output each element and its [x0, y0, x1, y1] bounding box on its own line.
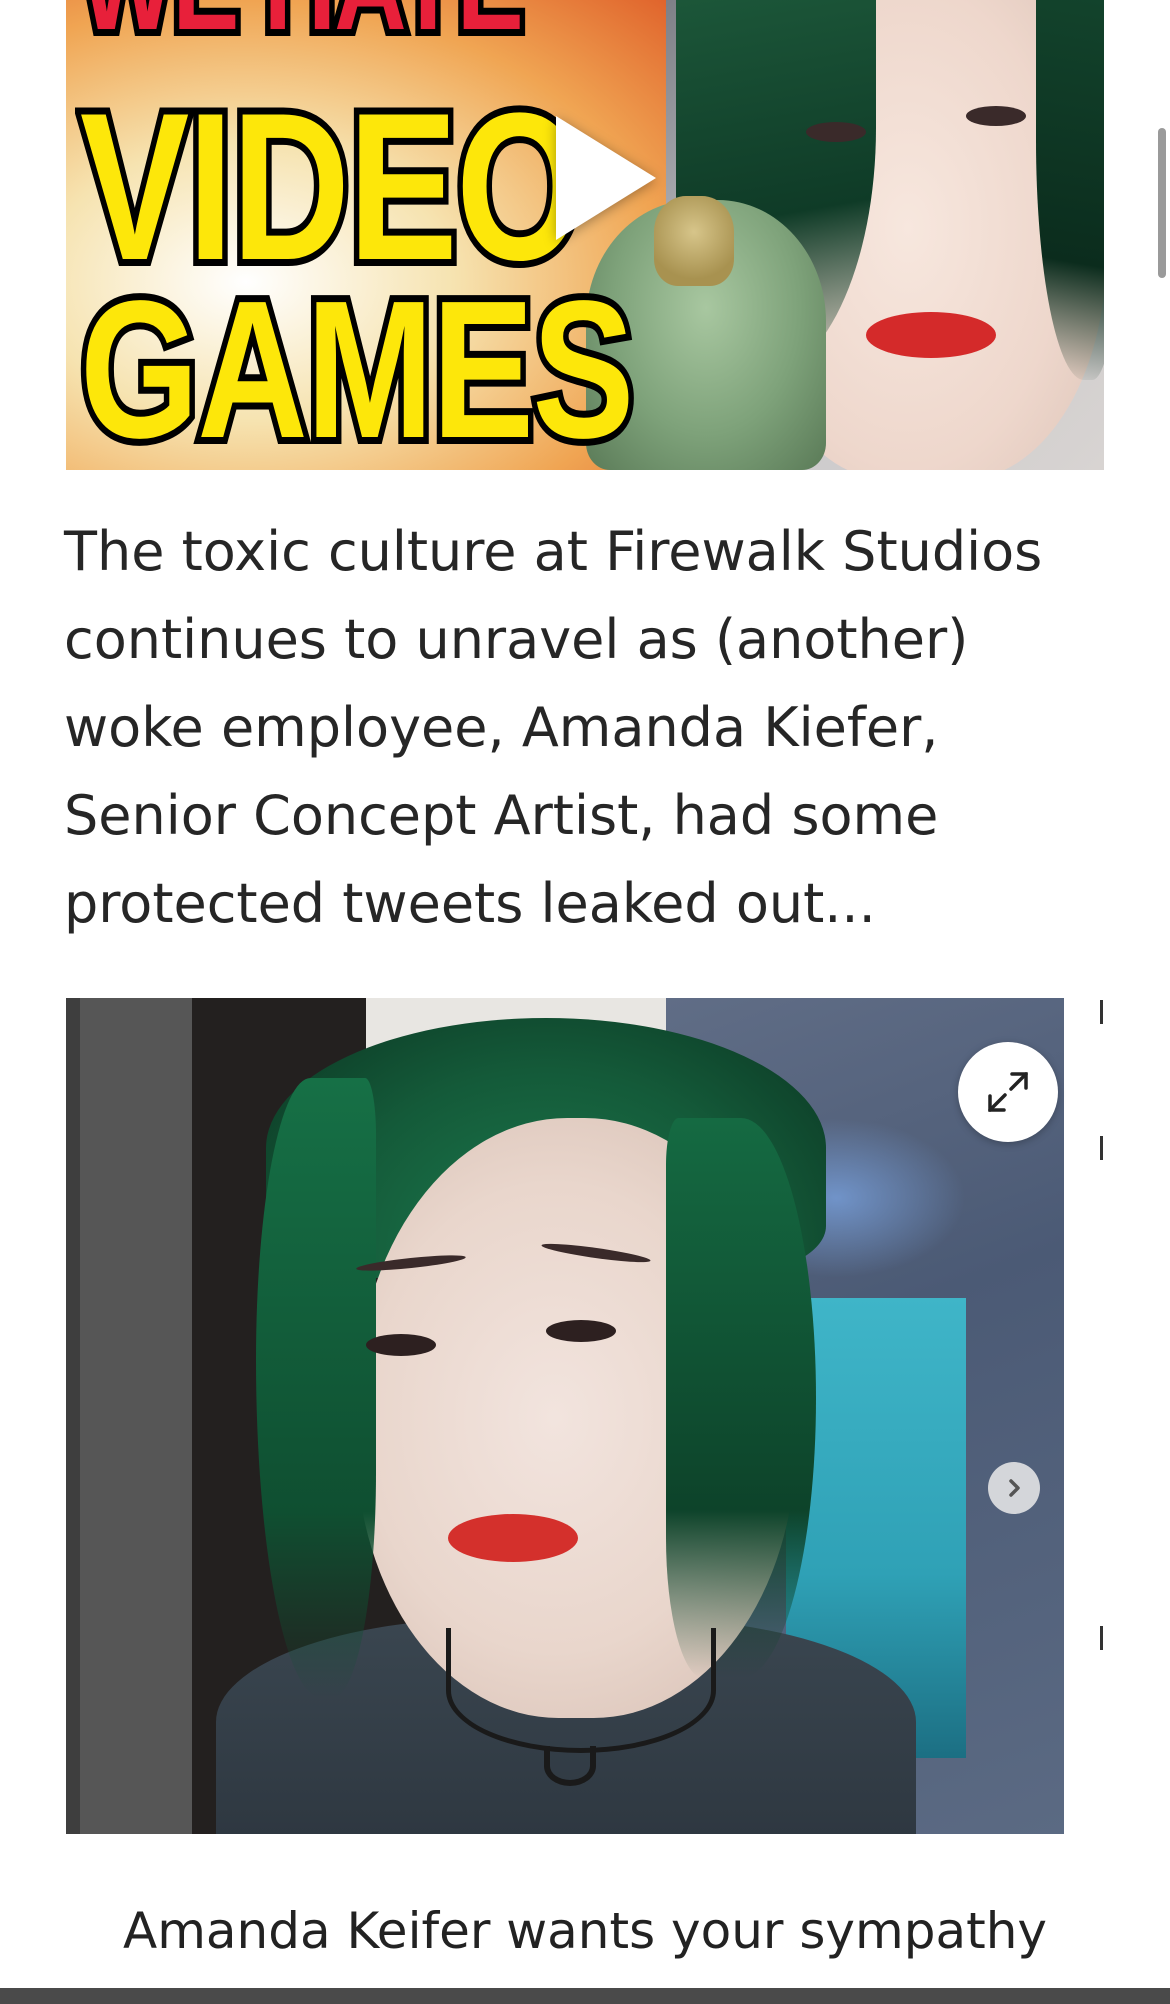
- photo-pendant: [544, 1746, 596, 1786]
- next-image-button[interactable]: [988, 1462, 1040, 1514]
- photo-lips: [448, 1514, 578, 1562]
- gallery-photo[interactable]: [66, 998, 1064, 1834]
- photo-left-edge: [66, 998, 192, 1834]
- thumbnail-text-line-3: GAMES: [75, 260, 640, 471]
- play-icon[interactable]: [556, 116, 656, 240]
- next-slide-mark: [1100, 1136, 1103, 1160]
- video-thumbnail[interactable]: WE HATE VIDEO GAMES: [66, 0, 1104, 470]
- thumbnail-eye: [966, 106, 1026, 126]
- photo-hair-right: [666, 1118, 816, 1678]
- photo-eye: [366, 1334, 436, 1356]
- article-paragraph: The toxic culture at Firewalk Studios co…: [64, 520, 1043, 935]
- thumbnail-lips: [866, 312, 996, 358]
- next-slide-mark: [1100, 1000, 1103, 1024]
- image-gallery[interactable]: [66, 998, 1104, 1834]
- bottom-toolbar-edge: [0, 1988, 1170, 2004]
- image-caption: Amanda Keifer wants your sympathy: [123, 1902, 1047, 1960]
- next-slide-peek: [1100, 998, 1104, 1834]
- photo-choker: [446, 1628, 716, 1753]
- thumbnail-eye: [806, 122, 866, 142]
- photo-left-edge-dark: [66, 998, 80, 1834]
- photo-eye: [546, 1320, 616, 1342]
- expand-button[interactable]: [958, 1042, 1058, 1142]
- thumbnail-character-head: [654, 196, 734, 286]
- next-slide-mark: [1100, 1626, 1103, 1650]
- page-scrollbar[interactable]: [1158, 128, 1166, 278]
- chevron-right-icon: [1009, 1479, 1020, 1497]
- expand-icon: [988, 1072, 1028, 1112]
- thumbnail-text-line-1: WE HATE: [75, 0, 529, 57]
